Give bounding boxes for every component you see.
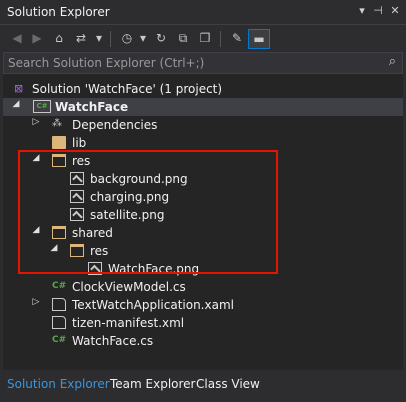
tree-item-label: lib	[72, 136, 87, 150]
tab-team-explorer[interactable]: Team Explorer	[110, 377, 196, 391]
back-icon[interactable]: ◀	[8, 29, 26, 47]
home-icon[interactable]: ⌂	[50, 29, 68, 47]
tree-item-watchface-cs[interactable]: C# WatchFace.cs	[3, 332, 403, 350]
solution-icon: ⊠	[14, 82, 24, 95]
expand-arrow-icon[interactable]: ◢	[11, 99, 21, 109]
tree-item-res[interactable]: ◢ res	[3, 152, 403, 170]
properties-icon[interactable]: ✎	[228, 29, 246, 47]
window-title: Solution Explorer	[7, 5, 110, 19]
sync-dropdown-icon[interactable]: ▾	[90, 29, 108, 47]
search-icon[interactable]: ⌕	[389, 54, 396, 69]
tree-item-lib[interactable]: lib	[3, 134, 403, 152]
tree-item-label: charging.png	[90, 190, 170, 204]
csharp-file-icon: C#	[52, 281, 67, 291]
tree-item-label: res	[90, 244, 109, 258]
csharp-file-icon: C#	[52, 335, 67, 345]
folder-open-icon	[70, 244, 84, 257]
tree-item-tizen-manifest[interactable]: tizen-manifest.xml	[3, 314, 403, 332]
bottom-tab-bar: Solution Explorer Team Explorer Class Vi…	[0, 371, 406, 402]
tree-item-project[interactable]: ◢ C# WatchFace	[3, 98, 403, 116]
folder-open-icon	[52, 226, 66, 239]
toolbar-separator	[110, 31, 111, 47]
tree-item-label: WatchFace.cs	[72, 334, 154, 348]
search-placeholder: Search Solution Explorer (Ctrl+;)	[8, 56, 205, 70]
xml-file-icon	[52, 316, 66, 329]
tree-item-label: Solution 'WatchFace' (1 project)	[32, 82, 223, 96]
tree-item-label: WatchFace.png	[108, 262, 200, 276]
collapse-arrow-icon[interactable]: ▷	[31, 117, 41, 127]
close-icon[interactable]: ✕	[388, 4, 402, 17]
tree-item-textwatchapplication[interactable]: ▷ TextWatchApplication.xaml	[3, 296, 403, 314]
tree-item-clockviewmodel[interactable]: C# ClockViewModel.cs	[3, 278, 403, 296]
pin-icon[interactable]: ⊣	[371, 4, 385, 17]
tree-item-charging-png[interactable]: charging.png	[3, 188, 403, 206]
tab-solution-explorer[interactable]: Solution Explorer	[7, 377, 110, 391]
expand-arrow-icon[interactable]: ◢	[31, 225, 41, 235]
csharp-project-icon: C#	[33, 100, 51, 113]
dependencies-icon: ⁂	[52, 118, 62, 129]
expand-arrow-icon[interactable]: ◢	[49, 243, 59, 253]
forward-icon[interactable]: ▶	[28, 29, 46, 47]
tree-item-label: TextWatchApplication.xaml	[72, 298, 234, 312]
tree-item-label: res	[72, 154, 91, 168]
collapse-arrow-icon[interactable]: ▷	[31, 297, 41, 307]
preview-icon[interactable]: ▬	[248, 29, 270, 49]
image-file-icon	[70, 208, 84, 221]
title-bar: Solution Explorer ▾ ⊣ ✕	[0, 0, 406, 24]
image-file-icon	[70, 172, 84, 185]
sync-icon[interactable]: ⇄	[72, 29, 90, 47]
tree-item-background-png[interactable]: background.png	[3, 170, 403, 188]
solution-tree: ⊠ Solution 'WatchFace' (1 project) ◢ C# …	[3, 74, 403, 370]
tree-item-satellite-png[interactable]: satellite.png	[3, 206, 403, 224]
tree-item-dependencies[interactable]: ▷ ⁂ Dependencies	[3, 116, 403, 134]
tab-class-view[interactable]: Class View	[196, 377, 260, 391]
tree-item-label: background.png	[90, 172, 188, 186]
collapse-all-icon[interactable]: ⧉	[174, 29, 192, 47]
folder-open-icon	[52, 154, 66, 167]
expand-arrow-icon[interactable]: ◢	[31, 153, 41, 163]
tree-item-shared-res[interactable]: ◢ res	[3, 242, 403, 260]
folder-icon	[52, 136, 66, 149]
tree-item-label: WatchFace	[55, 100, 129, 114]
tree-item-watchface-png[interactable]: WatchFace.png	[3, 260, 403, 278]
toolbar: ◀ ▶ ⌂ ⇄ ▾ ◷ ▾ ↻ ⧉ ❐ ✎ ▬	[0, 24, 406, 53]
search-input[interactable]: Search Solution Explorer (Ctrl+;) ⌕	[3, 52, 403, 74]
tree-item-label: Dependencies	[72, 118, 158, 132]
toolbar-separator	[220, 31, 221, 47]
tree-item-shared[interactable]: ◢ shared	[3, 224, 403, 242]
image-file-icon	[88, 262, 102, 275]
copy-icon[interactable]: ❐	[196, 29, 214, 47]
tree-item-label: satellite.png	[90, 208, 165, 222]
tree-item-label: tizen-manifest.xml	[72, 316, 185, 330]
tree-item-solution[interactable]: ⊠ Solution 'WatchFace' (1 project)	[3, 80, 403, 98]
tree-item-label: shared	[72, 226, 113, 240]
history-dropdown-icon[interactable]: ▾	[134, 29, 152, 47]
image-file-icon	[70, 190, 84, 203]
tree-item-label: ClockViewModel.cs	[72, 280, 186, 294]
xaml-file-icon	[52, 298, 66, 311]
undo-icon[interactable]: ↻	[152, 29, 170, 47]
dropdown-icon[interactable]: ▾	[355, 4, 369, 17]
